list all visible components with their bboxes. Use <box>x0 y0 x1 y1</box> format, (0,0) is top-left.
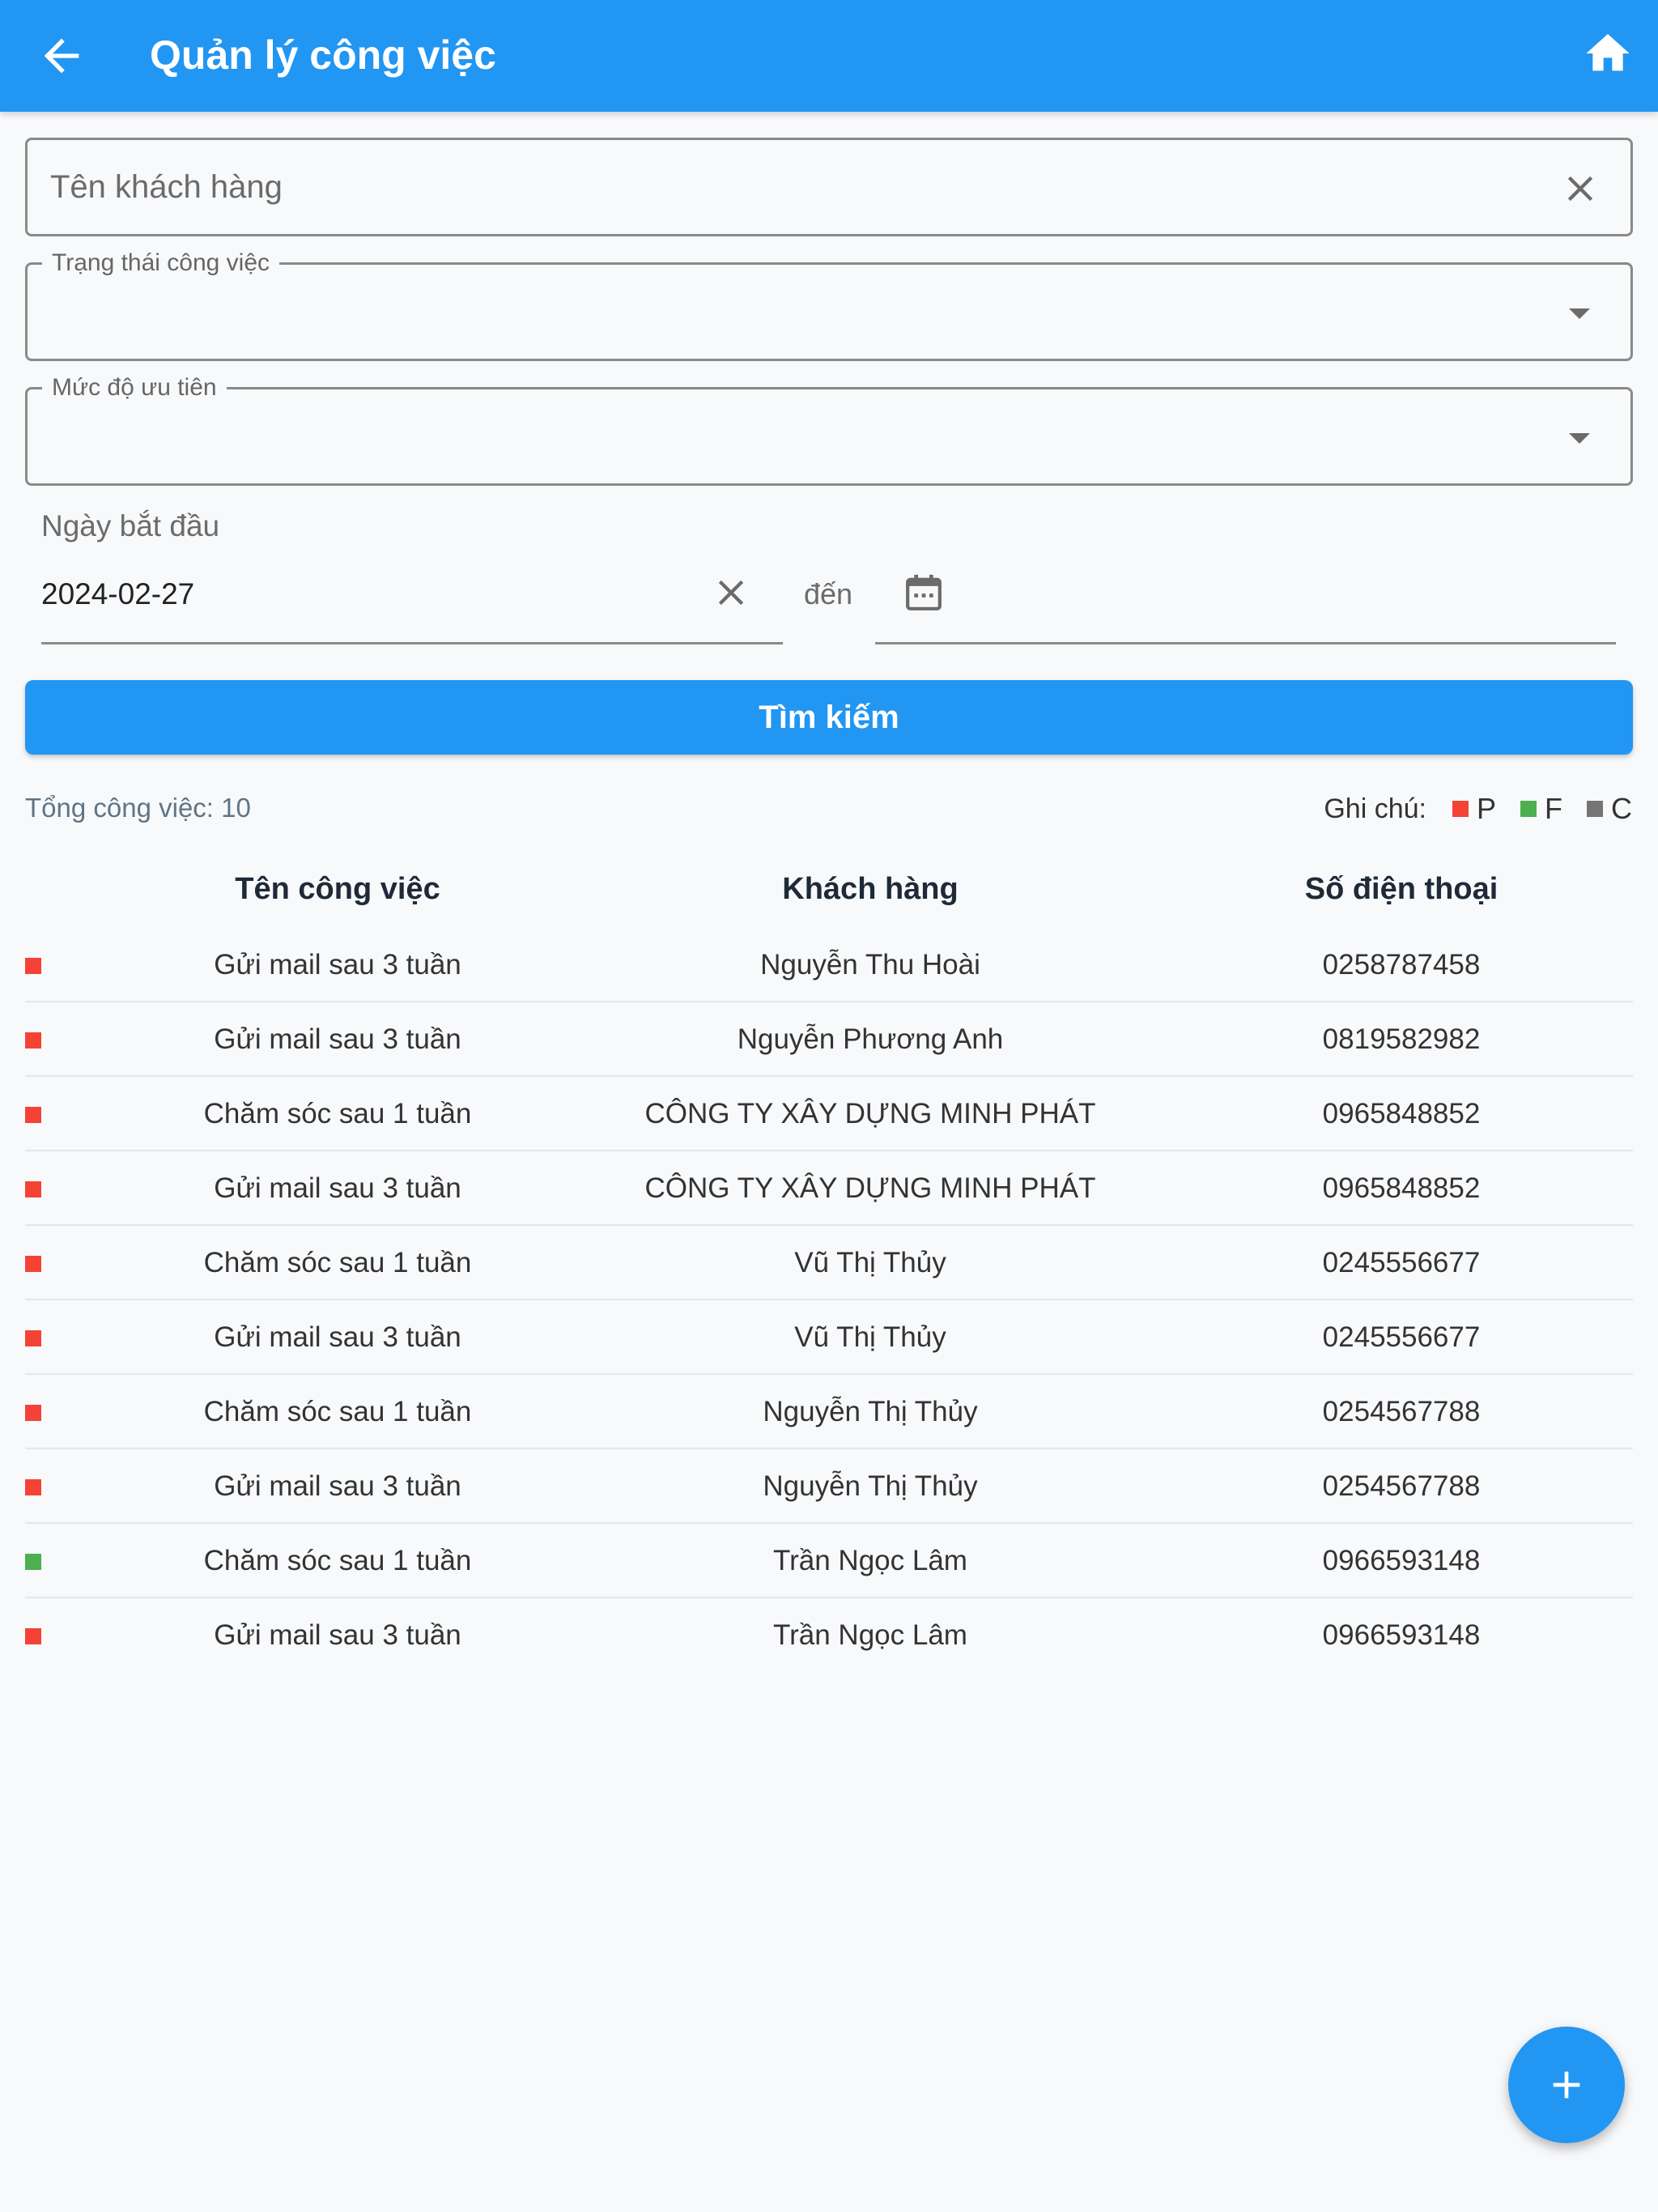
add-icon <box>1553 2071 1580 2099</box>
status-indicator <box>25 1330 41 1346</box>
dropdown-arrow-icon <box>1569 308 1590 319</box>
app-bar: Quản lý công việc <box>0 0 1658 112</box>
add-task-button[interactable] <box>1508 2027 1625 2143</box>
customer-cell: Vũ Thị Thủy <box>794 1247 946 1278</box>
phone-cell: 0254567788 <box>1322 1396 1481 1427</box>
task-name-cell: Chăm sóc sau 1 tuần <box>203 1247 472 1278</box>
table-row[interactable]: Gửi mail sau 3 tuần Trần Ngọc Lâm 09665931… <box>25 1598 1633 1673</box>
close-icon[interactable] <box>1559 168 1601 210</box>
customer-cell: Nguyễn Thị Thủy <box>763 1470 978 1502</box>
table-header: Tên công việc Khách hàng Số điện thoại <box>25 850 1633 928</box>
table-row[interactable]: Gửi mail sau 3 tuần CÔNG TY XÂY DỰNG MINH… <box>25 1151 1633 1226</box>
legend-text-f: F <box>1545 792 1562 825</box>
dropdown-arrow-icon <box>1569 433 1590 444</box>
status-indicator <box>25 1032 41 1049</box>
task-status-label: Trạng thái công việc <box>42 249 280 278</box>
customer-cell: Nguyễn Thị Thủy <box>763 1396 978 1427</box>
legend-label: Ghi chú: <box>1324 793 1426 824</box>
calendar-icon[interactable] <box>901 570 946 615</box>
table-row[interactable]: Chăm sóc sau 1 tuần Nguyễn Thị Thủy 025456… <box>25 1375 1633 1449</box>
customer-name-placeholder: Tên khách hàng <box>50 169 283 205</box>
phone-cell: 0254567788 <box>1322 1470 1481 1502</box>
customer-cell: CÔNG TY XÂY DỰNG MINH PHÁT <box>644 1172 1096 1204</box>
page-title: Quản lý công việc <box>150 32 496 78</box>
phone-cell: 0258787458 <box>1322 949 1481 981</box>
status-legend: Ghi chú: P F C <box>1324 789 1632 828</box>
date-to-label: đến <box>804 577 853 610</box>
table-row[interactable]: Gửi mail sau 3 tuần Nguyễn Thu Hoài 025878… <box>25 928 1633 1002</box>
table-row[interactable]: Chăm sóc sau 1 tuần Vũ Thị Thủy 0245556677 <box>25 1226 1633 1300</box>
task-status-select[interactable]: Trạng thái công việc <box>25 249 1633 361</box>
customer-cell: Vũ Thị Thủy <box>794 1321 946 1353</box>
task-name-cell: Gửi mail sau 3 tuần <box>214 1023 461 1055</box>
search-button[interactable]: Tìm kiếm <box>25 680 1633 755</box>
phone-cell: 0966593148 <box>1322 1545 1481 1576</box>
customer-name-input[interactable]: Tên khách hàng <box>25 138 1633 236</box>
legend-swatch-c <box>1587 801 1603 817</box>
task-name-cell: Gửi mail sau 3 tuần <box>214 1321 461 1353</box>
table-body: Gửi mail sau 3 tuần Nguyễn Thu Hoài 025878… <box>25 928 1633 1673</box>
legend-swatch-f <box>1520 801 1537 817</box>
start-date-field[interactable]: 2024-02-27 <box>41 559 783 644</box>
legend-text-p: P <box>1476 792 1496 825</box>
header-customer: Khách hàng <box>782 872 959 906</box>
phone-cell: 0245556677 <box>1322 1247 1481 1278</box>
phone-cell: 0819582982 <box>1322 1023 1481 1055</box>
status-indicator <box>25 1479 41 1495</box>
tasks-table: Tên công việc Khách hàng Số điện thoại G… <box>25 850 1633 1673</box>
status-indicator <box>25 1405 41 1421</box>
priority-select[interactable]: Mức độ ưu tiên <box>25 373 1633 486</box>
customer-cell: CÔNG TY XÂY DỰNG MINH PHÁT <box>644 1098 1096 1129</box>
task-name-cell: Chăm sóc sau 1 tuần <box>203 1545 472 1576</box>
customer-cell: Nguyễn Phương Anh <box>737 1023 1004 1055</box>
phone-cell: 0965848852 <box>1322 1098 1481 1129</box>
status-indicator <box>25 1181 41 1197</box>
phone-cell: 0966593148 <box>1322 1619 1481 1651</box>
total-tasks-count: Tổng công việc: 10 <box>25 793 251 823</box>
table-row[interactable]: Gửi mail sau 3 tuần Nguyễn Thị Thủy 025456… <box>25 1449 1633 1524</box>
close-icon[interactable] <box>710 572 752 614</box>
priority-label: Mức độ ưu tiên <box>42 373 227 402</box>
task-name-cell: Gửi mail sau 3 tuần <box>214 1172 461 1204</box>
legend-swatch-p <box>1452 801 1469 817</box>
phone-cell: 0965848852 <box>1322 1172 1481 1204</box>
status-indicator <box>25 1256 41 1272</box>
task-name-cell: Gửi mail sau 3 tuần <box>214 1470 461 1502</box>
arrow-back-icon[interactable] <box>36 30 87 82</box>
status-indicator <box>25 1107 41 1123</box>
table-row[interactable]: Gửi mail sau 3 tuần Nguyễn Phương Anh 0819… <box>25 1002 1633 1077</box>
status-indicator <box>25 1554 41 1570</box>
table-row[interactable]: Gửi mail sau 3 tuần Vũ Thị Thủy 0245556677 <box>25 1300 1633 1375</box>
end-date-field[interactable] <box>875 559 1616 644</box>
table-row[interactable]: Chăm sóc sau 1 tuần CÔNG TY XÂY DỰNG MINH… <box>25 1077 1633 1151</box>
legend-text-c: C <box>1611 792 1632 825</box>
task-name-cell: Gửi mail sau 3 tuần <box>214 949 461 981</box>
table-row[interactable]: Chăm sóc sau 1 tuần Trần Ngọc Lâm 09665931… <box>25 1524 1633 1598</box>
task-name-cell: Gửi mail sau 3 tuần <box>214 1619 461 1651</box>
customer-cell: Trần Ngọc Lâm <box>773 1545 967 1576</box>
header-phone: Số điện thoại <box>1304 872 1499 906</box>
status-indicator <box>25 958 41 974</box>
header-task-name: Tên công việc <box>235 872 440 906</box>
customer-cell: Nguyễn Thu Hoài <box>760 949 980 981</box>
customer-cell: Trần Ngọc Lâm <box>773 1619 967 1651</box>
phone-cell: 0245556677 <box>1322 1321 1481 1353</box>
start-date-label: Ngày bắt đầu <box>41 509 220 542</box>
task-name-cell: Chăm sóc sau 1 tuần <box>203 1098 472 1129</box>
start-date-value: 2024-02-27 <box>41 577 195 610</box>
home-icon[interactable] <box>1582 28 1634 79</box>
status-indicator <box>25 1628 41 1644</box>
task-name-cell: Chăm sóc sau 1 tuần <box>203 1396 472 1427</box>
